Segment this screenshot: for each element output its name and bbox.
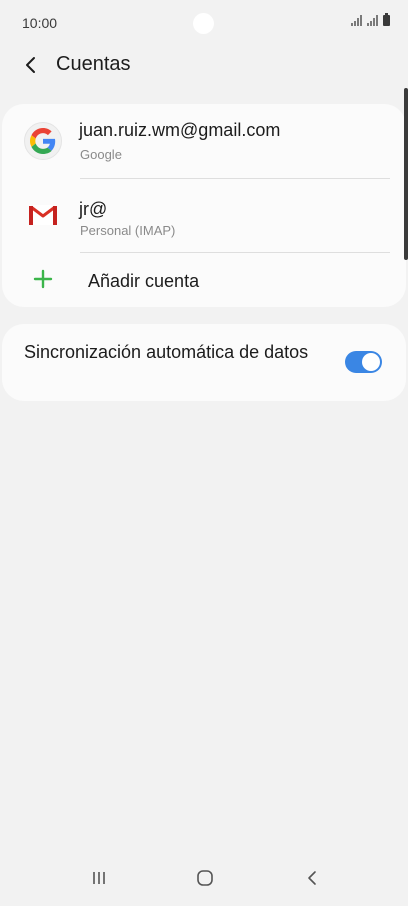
add-account-button[interactable] <box>2 254 406 307</box>
camera-cutout <box>193 13 214 34</box>
google-icon <box>24 122 62 160</box>
battery-icon <box>383 13 390 26</box>
status-icons <box>351 13 390 26</box>
add-account-label: Añadir cuenta <box>88 271 200 291</box>
accounts-card: juan.ruiz.wm@gmail.com Google jr@ Person… <box>2 104 406 307</box>
status-time: 10:00 <box>22 15 58 31</box>
back-arrow-icon <box>26 57 35 73</box>
signal-icon <box>351 15 362 26</box>
account-row-google[interactable]: juan.ruiz.wm@gmail.com Google <box>2 104 406 178</box>
recents-button[interactable] <box>84 866 114 890</box>
back-icon <box>308 871 316 885</box>
plus-icon <box>33 269 53 289</box>
nav-back-button[interactable] <box>297 866 327 890</box>
gmail-icon <box>24 196 62 234</box>
status-bar: 10:00 <box>0 0 408 44</box>
account-row-imap[interactable]: jr@ Personal (IMAP) <box>2 179 406 253</box>
account-name: juan.ruiz.wm@gmail.com <box>79 120 281 140</box>
page-title: Cuentas <box>56 53 131 75</box>
account-type: Google <box>80 147 122 162</box>
account-type: Personal (IMAP) <box>80 223 176 238</box>
recents-icon <box>93 872 105 884</box>
account-name: jr@ <box>79 199 108 219</box>
signal-icon <box>367 15 378 26</box>
divider <box>80 252 390 253</box>
back-button[interactable] <box>14 48 48 82</box>
header: Cuentas <box>0 44 408 84</box>
home-icon <box>197 870 213 886</box>
sync-toggle[interactable] <box>345 351 382 373</box>
home-button[interactable] <box>190 866 220 890</box>
sync-card[interactable]: Sincronización automática de datos <box>2 324 406 401</box>
toggle-knob <box>362 353 380 371</box>
scroll-indicator[interactable] <box>404 88 408 260</box>
sync-label: Sincronización automática de datos <box>24 342 309 362</box>
nav-bar <box>0 850 408 906</box>
